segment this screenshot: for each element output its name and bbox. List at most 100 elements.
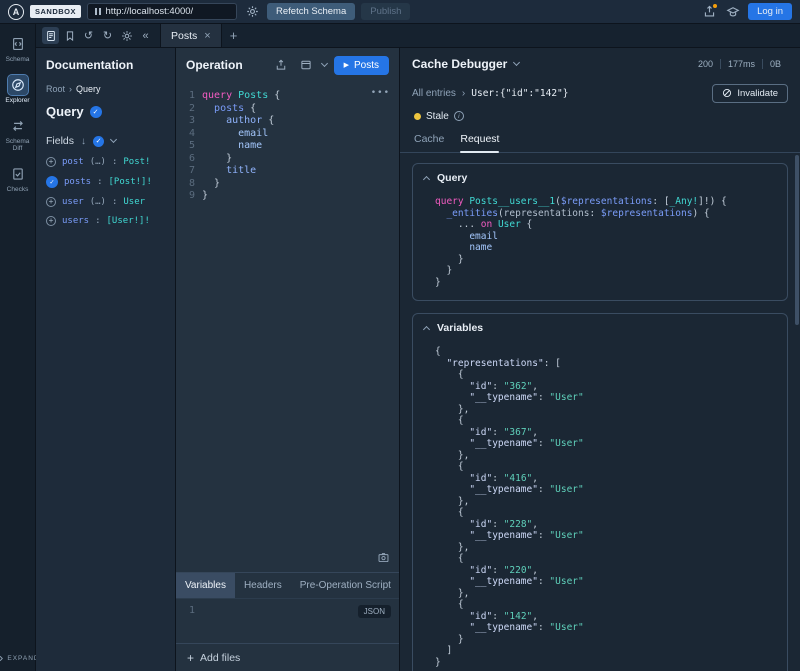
doc-field-list: +post(…): Post! ✓posts: [Post!]! +user(…):… — [46, 157, 165, 226]
breadcrumb-current: Query — [76, 84, 101, 94]
type-check-icon[interactable]: ✓ — [90, 106, 102, 118]
share-icon[interactable] — [700, 3, 718, 21]
connection-settings-gear-icon[interactable] — [243, 3, 261, 21]
main-area: Schema Explorer Schema Diff Checks — [0, 24, 800, 671]
expand-label: EXPAND — [7, 655, 39, 662]
doc-field-users[interactable]: +users: [User!]! — [46, 216, 165, 226]
query-section-header[interactable]: Query — [413, 164, 787, 192]
sidebar-item-label: Checks — [7, 186, 29, 194]
status-latency: 177ms — [720, 59, 762, 69]
plus-circle-icon[interactable]: + — [46, 197, 56, 207]
topbar: A SANDBOX http://localhost:4000/ Refetch… — [0, 0, 800, 24]
json-badge: JSON — [358, 605, 391, 618]
breadcrumb-root[interactable]: Root — [46, 84, 65, 94]
query-section-card: Query query Posts__users__1($representat… — [412, 163, 788, 301]
tab-posts[interactable]: Posts × — [160, 24, 222, 47]
doc-field-posts[interactable]: ✓posts: [Post!]! — [46, 176, 165, 188]
check-circle-icon[interactable]: ✓ — [46, 176, 58, 188]
tab-pre-operation-script[interactable]: Pre-Operation Script — [291, 573, 399, 598]
variables-editor-gutter: 1 — [176, 605, 202, 616]
variables-section-code: { "representations": [ { "id": "362", "_… — [413, 342, 787, 671]
redo-icon[interactable]: ↻ — [99, 27, 116, 44]
panels-row: Documentation Root › Query Query ✓ Field… — [36, 48, 800, 671]
run-operation-label: Posts — [354, 60, 379, 71]
stale-label: Stale — [426, 111, 449, 122]
operation-bottom-tabs: VariablesHeadersPre-Operation ScriptPost… — [176, 573, 399, 598]
save-to-collection-icon[interactable] — [297, 56, 315, 74]
publish-button[interactable]: Publish — [361, 3, 410, 20]
odyssey-graduation-cap-icon[interactable] — [724, 3, 742, 21]
tab-headers[interactable]: Headers — [235, 573, 291, 598]
plus-circle-icon[interactable]: + — [46, 157, 56, 167]
invalidate-button[interactable]: Invalidate — [712, 84, 788, 103]
cache-debugger-title[interactable]: Cache Debugger — [412, 57, 507, 71]
undo-icon[interactable]: ↺ — [80, 27, 97, 44]
sidebar-item-label: Explorer — [5, 97, 29, 105]
collapse-panel-icon[interactable]: « — [137, 27, 154, 44]
sidebar-item-schema-diff[interactable]: Schema Diff — [1, 112, 35, 158]
status-size: 0B — [762, 59, 788, 69]
doc-field-user[interactable]: +user(…): User — [46, 197, 165, 207]
expand-sidebar-button[interactable]: EXPAND — [0, 654, 40, 663]
editor-menu-icon[interactable]: ••• — [371, 88, 390, 98]
sort-down-icon[interactable]: ↓ — [81, 136, 86, 147]
info-icon[interactable]: i — [454, 111, 464, 121]
filter-check-icon[interactable]: ✓ — [93, 136, 104, 147]
type-row: Query ✓ — [46, 104, 165, 119]
operation-editor[interactable]: 123456789 query Posts { posts { author {… — [176, 82, 399, 572]
invalidate-label: Invalidate — [737, 88, 778, 99]
run-operation-button[interactable]: ▶ Posts — [334, 56, 389, 75]
tabs-toolbar: ↺ ↻ « Posts × + — [36, 24, 800, 48]
variables-editor[interactable]: 1 JSON — [176, 598, 399, 643]
bookmark-icon[interactable] — [61, 27, 78, 44]
cache-debugger-header: Cache Debugger 200 177ms 0B — [400, 48, 800, 80]
checks-icon — [8, 164, 28, 184]
apollo-logo[interactable]: A — [8, 4, 24, 20]
endpoint-input[interactable]: http://localhost:4000/ — [87, 3, 237, 20]
doc-breadcrumb: Root › Query — [46, 84, 165, 94]
run-options-chevron-icon[interactable] — [321, 60, 328, 67]
content-column: ↺ ↻ « Posts × + Documentation — [36, 24, 800, 671]
variables-section-header[interactable]: Variables — [413, 314, 787, 342]
schema-diff-icon — [8, 116, 28, 136]
tab-cache[interactable]: Cache — [414, 126, 444, 152]
apollo-logo-letter: A — [13, 7, 20, 17]
response-status-group: 200 177ms 0B — [691, 59, 788, 69]
close-tab-icon[interactable]: × — [204, 30, 210, 42]
pause-polling-icon[interactable] — [95, 8, 101, 15]
add-files-button[interactable]: + Add files — [176, 643, 399, 671]
sidebar-item-checks[interactable]: Checks — [1, 160, 35, 198]
stale-status-row: Stale i — [400, 106, 800, 126]
sidebar-item-explorer[interactable]: Explorer — [1, 71, 35, 109]
invalidate-icon — [722, 88, 732, 98]
document-icon[interactable] — [42, 27, 59, 44]
entity-breadcrumb-row: All entries › User:{"id":"142"} Invalida… — [400, 80, 800, 106]
play-icon: ▶ — [344, 61, 349, 69]
sidebar-item-schema[interactable]: Schema — [1, 30, 35, 68]
new-tab-button[interactable]: + — [222, 24, 246, 47]
scrollbar-thumb[interactable] — [795, 155, 799, 325]
settings-gear-icon[interactable] — [118, 27, 135, 44]
variables-section-title: Variables — [437, 322, 483, 334]
screenshot-icon[interactable] — [377, 551, 390, 564]
doc-field-post[interactable]: +post(…): Post! — [46, 157, 165, 167]
endpoint-url[interactable]: http://localhost:4000/ — [106, 6, 194, 17]
query-section-code: query Posts__users__1($representations: … — [413, 192, 787, 300]
type-name: Query — [46, 104, 84, 119]
explorer-icon — [8, 75, 28, 95]
cache-debugger-chevron-icon[interactable] — [513, 59, 520, 66]
tab-request[interactable]: Request — [460, 126, 499, 152]
all-entries-link[interactable]: All entries — [412, 88, 456, 99]
fields-header: Fields ↓ ✓ — [46, 135, 165, 147]
operation-bottom-section: VariablesHeadersPre-Operation ScriptPost… — [176, 572, 399, 671]
refetch-schema-button[interactable]: Refetch Schema — [267, 3, 355, 20]
entity-name: User:{"id":"142"} — [471, 88, 568, 99]
toolbar-icons: ↺ ↻ « — [36, 24, 160, 47]
editor-code[interactable]: query Posts { posts { author { email nam… — [202, 90, 280, 572]
chevron-down-icon[interactable] — [110, 136, 117, 143]
status-code: 200 — [691, 59, 720, 69]
plus-circle-icon[interactable]: + — [46, 216, 56, 226]
share-operation-icon[interactable] — [272, 56, 290, 74]
login-button[interactable]: Log in — [748, 3, 792, 20]
tab-variables[interactable]: Variables — [176, 573, 235, 598]
